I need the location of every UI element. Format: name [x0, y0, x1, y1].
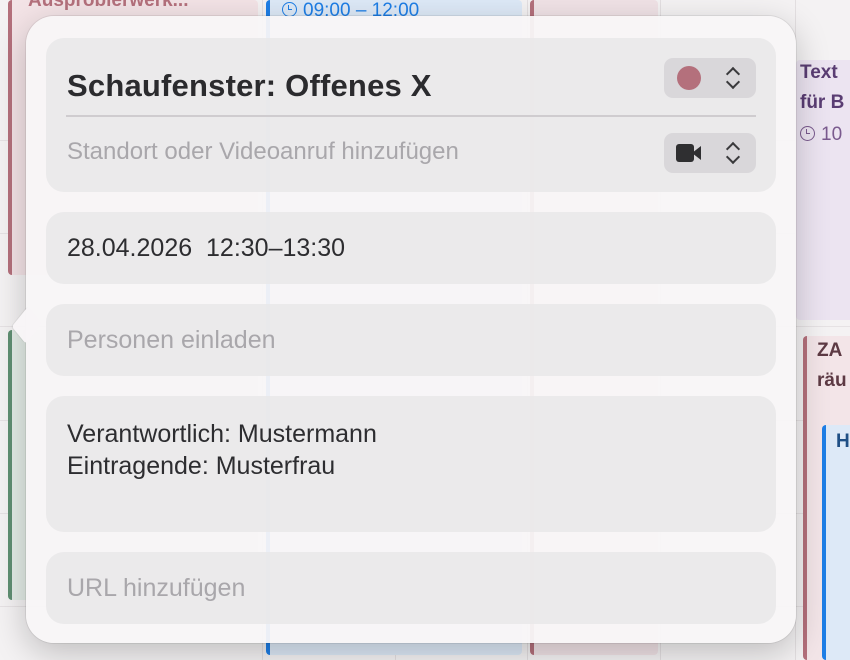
calendar-event[interactable]: Text für B 10	[796, 60, 850, 320]
invitees-field[interactable]: Personen einladen	[67, 326, 276, 355]
title-location-card: Schaufenster: Offenes X Standort oder Vi…	[46, 38, 776, 192]
url-field[interactable]: URL hinzufügen	[67, 574, 245, 603]
calendar-color-picker[interactable]	[664, 58, 756, 98]
chevron-updown-icon	[726, 65, 740, 91]
calendar-color-dot-icon	[677, 66, 701, 90]
notes-card[interactable]: Verantwortlich: Mustermann Eintragende: …	[46, 396, 776, 532]
chevron-updown-icon	[726, 140, 740, 166]
datetime-card[interactable]: 28.04.2026 12:30–13:30	[46, 212, 776, 284]
event-title[interactable]: Schaufenster: Offenes X	[67, 68, 432, 104]
notes-field[interactable]: Verantwortlich: Mustermann Eintragende: …	[67, 418, 377, 482]
url-card[interactable]: URL hinzufügen	[46, 552, 776, 624]
notes-line: Eintragende: Musterfrau	[67, 452, 336, 480]
location-field[interactable]: Standort oder Videoanruf hinzufügen	[67, 138, 459, 166]
divider	[66, 115, 756, 117]
calendar-event[interactable]: H	[822, 425, 850, 660]
invitees-card[interactable]: Personen einladen	[46, 304, 776, 376]
video-call-picker[interactable]	[664, 133, 756, 173]
notes-line: Verantwortlich: Mustermann	[67, 420, 377, 448]
event-datetime[interactable]: 28.04.2026 12:30–13:30	[67, 234, 345, 263]
clock-icon	[282, 2, 297, 17]
clock-icon	[800, 126, 815, 141]
event-popover: Schaufenster: Offenes X Standort oder Vi…	[11, 16, 796, 643]
